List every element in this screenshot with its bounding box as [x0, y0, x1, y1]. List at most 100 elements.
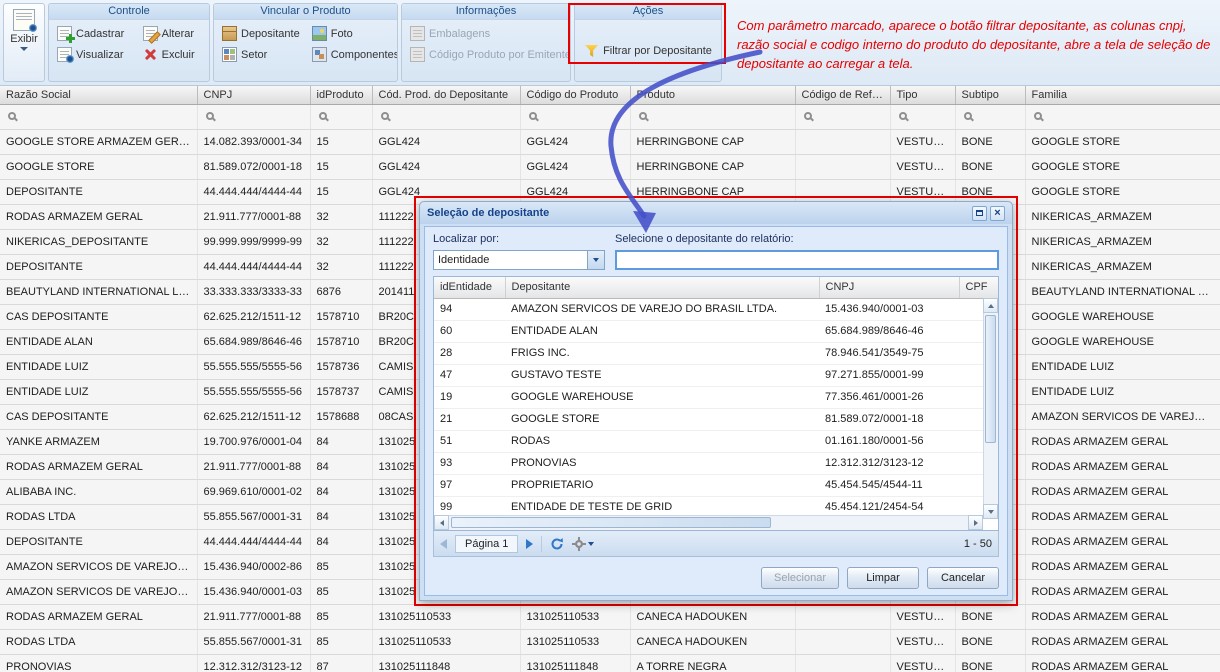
table-row[interactable]: RODAS LTDA 55.855.567/0001-31 85 1310251… — [0, 629, 1220, 654]
filter-cell[interactable] — [1025, 104, 1220, 129]
exibir-button[interactable]: Exibir — [3, 3, 45, 82]
codigo-produto-por-emitente-button[interactable]: Código Produto por Emitente — [410, 47, 571, 62]
gear-icon — [572, 537, 586, 551]
refresh-icon[interactable] — [550, 537, 564, 551]
table-row[interactable]: RODAS ARMAZEM GERAL 21.911.777/0001-88 8… — [0, 604, 1220, 629]
column-header[interactable]: Cód. Prod. do Depositante — [372, 86, 520, 104]
close-icon[interactable]: × — [990, 206, 1005, 221]
filter-cell[interactable] — [372, 104, 520, 129]
cell-familia: NIKERICAS_ARMAZEM — [1025, 204, 1220, 229]
depositante-row[interactable]: 21 GOOGLE STORE 81.589.072/0001-18 — [434, 408, 999, 430]
grid-column-header[interactable]: idEntidade — [434, 277, 505, 298]
depositante-row[interactable]: 93 PRONOVIAS 12.312.312/3123-12 — [434, 452, 999, 474]
embalagens-button[interactable]: Embalagens — [410, 26, 571, 41]
cadastrar-button[interactable]: Cadastrar — [57, 26, 131, 41]
horizontal-scrollbar[interactable] — [434, 515, 983, 530]
cell-subtipo: BONE — [955, 129, 1025, 154]
filter-cell[interactable] — [890, 104, 955, 129]
cell-depositante: GUSTAVO TESTE — [505, 364, 819, 386]
cell-cnpj: 01.161.180/0001-56 — [819, 430, 959, 452]
cell-idproduto: 84 — [310, 529, 372, 554]
cell-familia: RODAS ARMAZEM GERAL — [1025, 579, 1220, 604]
column-header[interactable]: Razão Social — [0, 86, 197, 104]
cancelar-button[interactable]: Cancelar — [927, 567, 999, 589]
next-page-icon[interactable] — [526, 539, 533, 549]
cell-cnpj: 44.444.444/4444-44 — [197, 254, 310, 279]
depositante-row[interactable]: 19 GOOGLE WAREHOUSE 77.356.461/0001-26 — [434, 386, 999, 408]
limpar-button[interactable]: Limpar — [847, 567, 919, 589]
depositante-row[interactable]: 60 ENTIDADE ALAN 65.684.989/8646-46 — [434, 320, 999, 342]
button-label: Código Produto por Emitente — [429, 49, 571, 61]
cell-razao-social: GOOGLE STORE — [0, 154, 197, 179]
cell-idproduto: 1578688 — [310, 404, 372, 429]
excluir-button[interactable]: Excluir — [143, 47, 201, 62]
scroll-left-button[interactable] — [434, 515, 449, 530]
filter-cell[interactable] — [197, 104, 310, 129]
scroll-right-button[interactable] — [968, 515, 983, 530]
cell-cnpj: 21.911.777/0001-88 — [197, 604, 310, 629]
settings-button[interactable] — [572, 537, 594, 551]
table-row[interactable]: GOOGLE STORE ARMAZEM GERAL 14.082.393/00… — [0, 129, 1220, 154]
cell-tipo: VESTUARIO — [890, 129, 955, 154]
setor-button[interactable]: Setor — [222, 47, 300, 62]
filtrar-por-depositante-button[interactable]: Filtrar por Depositante — [584, 43, 712, 58]
column-header[interactable]: idProduto — [310, 86, 372, 104]
cell-razao-social: ALIBABA INC. — [0, 479, 197, 504]
filter-cell[interactable] — [630, 104, 795, 129]
restore-window-icon[interactable] — [972, 206, 987, 221]
filter-cell[interactable] — [0, 104, 197, 129]
cell-familia: RODAS ARMAZEM GERAL — [1025, 504, 1220, 529]
cell-identidade: 19 — [434, 386, 505, 408]
grid-column-header[interactable]: Depositante — [505, 277, 819, 298]
horizontal-scroll-thumb[interactable] — [451, 517, 771, 528]
filter-cell[interactable] — [955, 104, 1025, 129]
cell-cnpj: 81.589.072/0001-18 — [819, 408, 959, 430]
scroll-up-button[interactable] — [983, 298, 998, 313]
combo-dropdown-button[interactable] — [587, 251, 604, 269]
cell-cnpj: 99.999.999/9999-99 — [197, 229, 310, 254]
localizar-por-combo[interactable]: Identidade — [433, 250, 605, 270]
dialog-title-bar[interactable]: Seleção de depositante × — [420, 202, 1012, 224]
depositante-row[interactable]: 51 RODAS 01.161.180/0001-56 — [434, 430, 999, 452]
cell-cnpj: 69.969.610/0001-02 — [197, 479, 310, 504]
cell-familia: ENTIDADE LUIZ — [1025, 354, 1220, 379]
scroll-down-button[interactable] — [983, 504, 998, 519]
search-depositante-input[interactable] — [615, 250, 999, 270]
column-header[interactable]: Código do Produto — [520, 86, 630, 104]
depositante-row[interactable]: 47 GUSTAVO TESTE 97.271.855/0001-99 — [434, 364, 999, 386]
depositante-row[interactable]: 97 PROPRIETARIO 45.454.545/4544-11 — [434, 474, 999, 496]
cell-idproduto: 84 — [310, 454, 372, 479]
cell-familia: RODAS ARMAZEM GERAL — [1025, 454, 1220, 479]
depositante-row[interactable]: 94 AMAZON SERVICOS DE VAREJO DO BRASIL L… — [434, 298, 999, 320]
column-header[interactable]: Subtipo — [955, 86, 1025, 104]
previous-page-icon[interactable] — [440, 539, 447, 549]
cell-idproduto: 1578736 — [310, 354, 372, 379]
cell-idproduto: 84 — [310, 504, 372, 529]
grid-column-header[interactable]: CNPJ — [819, 277, 959, 298]
filter-cell[interactable] — [310, 104, 372, 129]
vertical-scrollbar[interactable] — [983, 298, 998, 519]
grid-column-header[interactable]: CPF — [959, 277, 999, 298]
selecionar-button[interactable]: Selecionar — [761, 567, 839, 589]
visualizar-button[interactable]: Visualizar — [57, 47, 131, 62]
column-header[interactable]: Tipo — [890, 86, 955, 104]
depositante-row[interactable]: 28 FRIGS INC. 78.946.541/3549-75 — [434, 342, 999, 364]
column-header[interactable]: Familia — [1025, 86, 1220, 104]
depositante-button[interactable]: Depositante — [222, 26, 300, 41]
filter-cell[interactable] — [795, 104, 890, 129]
alterar-button[interactable]: Alterar — [143, 26, 201, 41]
record-range-label: 1 - 50 — [964, 538, 992, 550]
cell-familia: RODAS ARMAZEM GERAL — [1025, 629, 1220, 654]
filter-cell[interactable] — [520, 104, 630, 129]
table-row[interactable]: GOOGLE STORE 81.589.072/0001-18 15 GGL42… — [0, 154, 1220, 179]
column-header[interactable]: Produto — [630, 86, 795, 104]
column-header[interactable]: CNPJ — [197, 86, 310, 104]
componentes-kit-button[interactable]: Componentes Kit — [312, 47, 398, 62]
selecione-depositante-label: Selecione o depositante do relatório: — [615, 233, 999, 250]
table-row[interactable]: PRONOVIAS 12.312.312/3123-12 87 13102511… — [0, 654, 1220, 672]
foto-button[interactable]: Foto — [312, 26, 398, 41]
cell-produto: CANECA HADOUKEN — [630, 604, 795, 629]
vertical-scroll-thumb[interactable] — [985, 315, 996, 443]
cell-familia: AMAZON SERVICOS DE VAREJO DO... — [1025, 404, 1220, 429]
column-header[interactable]: Código de Referência — [795, 86, 890, 104]
